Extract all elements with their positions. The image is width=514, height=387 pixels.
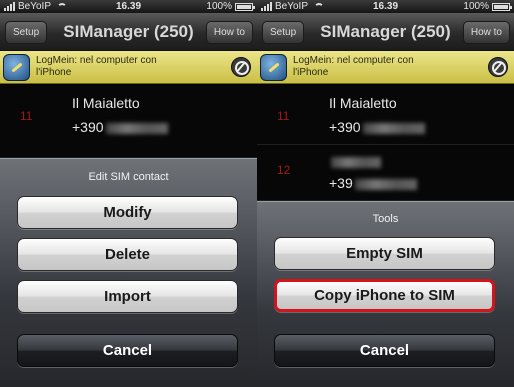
redacted-digits: [354, 178, 417, 190]
banner-text-line1: LogMein: nel computer con: [293, 55, 414, 66]
tools-sheet: Tools Empty SIM Copy iPhone to SIM Cance…: [257, 201, 514, 387]
contact-name: Il Maialetto: [72, 95, 140, 111]
how-to-button[interactable]: How to: [462, 21, 510, 44]
ad-banner[interactable]: LogMein: nel computer con l'iPhone: [257, 51, 514, 84]
contact-row[interactable]: 11 Il Maialetto +390: [0, 85, 257, 158]
logmein-logo-icon: [3, 54, 30, 81]
cancel-button[interactable]: Cancel: [274, 334, 495, 367]
how-to-button[interactable]: How to: [205, 21, 253, 44]
screen-right: BeYoIP 16.39 100% Setup SIManager (250) …: [257, 0, 514, 387]
contact-index: 11: [20, 109, 33, 123]
redacted-name: [331, 156, 381, 168]
contact-phone: +390: [72, 119, 104, 135]
battery-icon: [235, 2, 255, 11]
navigation-bar: Setup SIManager (250) How to: [257, 13, 514, 51]
banner-text-line2: l'iPhone: [36, 67, 72, 78]
banner-close-icon[interactable]: [231, 57, 251, 77]
contact-phone: +390: [329, 119, 361, 135]
contact-phone: +39: [329, 175, 353, 191]
screen-left: BeYoIP 16.39 100% Setup SIManager (250) …: [0, 0, 257, 387]
battery-percent: 100%: [206, 1, 232, 12]
battery-icon: [492, 2, 512, 11]
banner-text-line1: LogMein: nel computer con: [36, 55, 157, 66]
status-bar: BeYoIP 16.39 100%: [0, 0, 257, 13]
cancel-button[interactable]: Cancel: [17, 334, 238, 367]
banner-text-line2: l'iPhone: [293, 67, 329, 78]
navigation-bar: Setup SIManager (250) How to: [0, 13, 257, 51]
banner-close-icon[interactable]: [488, 57, 508, 77]
battery-percent: 100%: [463, 1, 489, 12]
contact-index: 12: [277, 163, 291, 177]
sheet-title: Tools: [372, 213, 399, 225]
modify-button[interactable]: Modify: [17, 196, 238, 229]
sheet-title: Edit SIM contact: [88, 171, 169, 183]
status-bar: BeYoIP 16.39 100%: [257, 0, 514, 13]
delete-button[interactable]: Delete: [17, 238, 238, 271]
edit-sim-contact-sheet: Edit SIM contact Modify Delete Import Ca…: [0, 158, 257, 387]
redacted-digits: [362, 122, 425, 134]
import-button[interactable]: Import: [17, 280, 238, 313]
contact-index: 11: [277, 109, 290, 123]
contact-row[interactable]: 11 Il Maialetto +390: [257, 85, 514, 145]
logmein-logo-icon: [260, 54, 287, 81]
redacted-digits: [105, 122, 168, 134]
contact-row[interactable]: 12 +39: [257, 145, 514, 201]
ad-banner[interactable]: LogMein: nel computer con l'iPhone: [0, 51, 257, 84]
contact-name: Il Maialetto: [329, 95, 397, 111]
empty-sim-button[interactable]: Empty SIM: [274, 237, 495, 270]
copy-iphone-to-sim-button[interactable]: Copy iPhone to SIM: [274, 279, 495, 312]
